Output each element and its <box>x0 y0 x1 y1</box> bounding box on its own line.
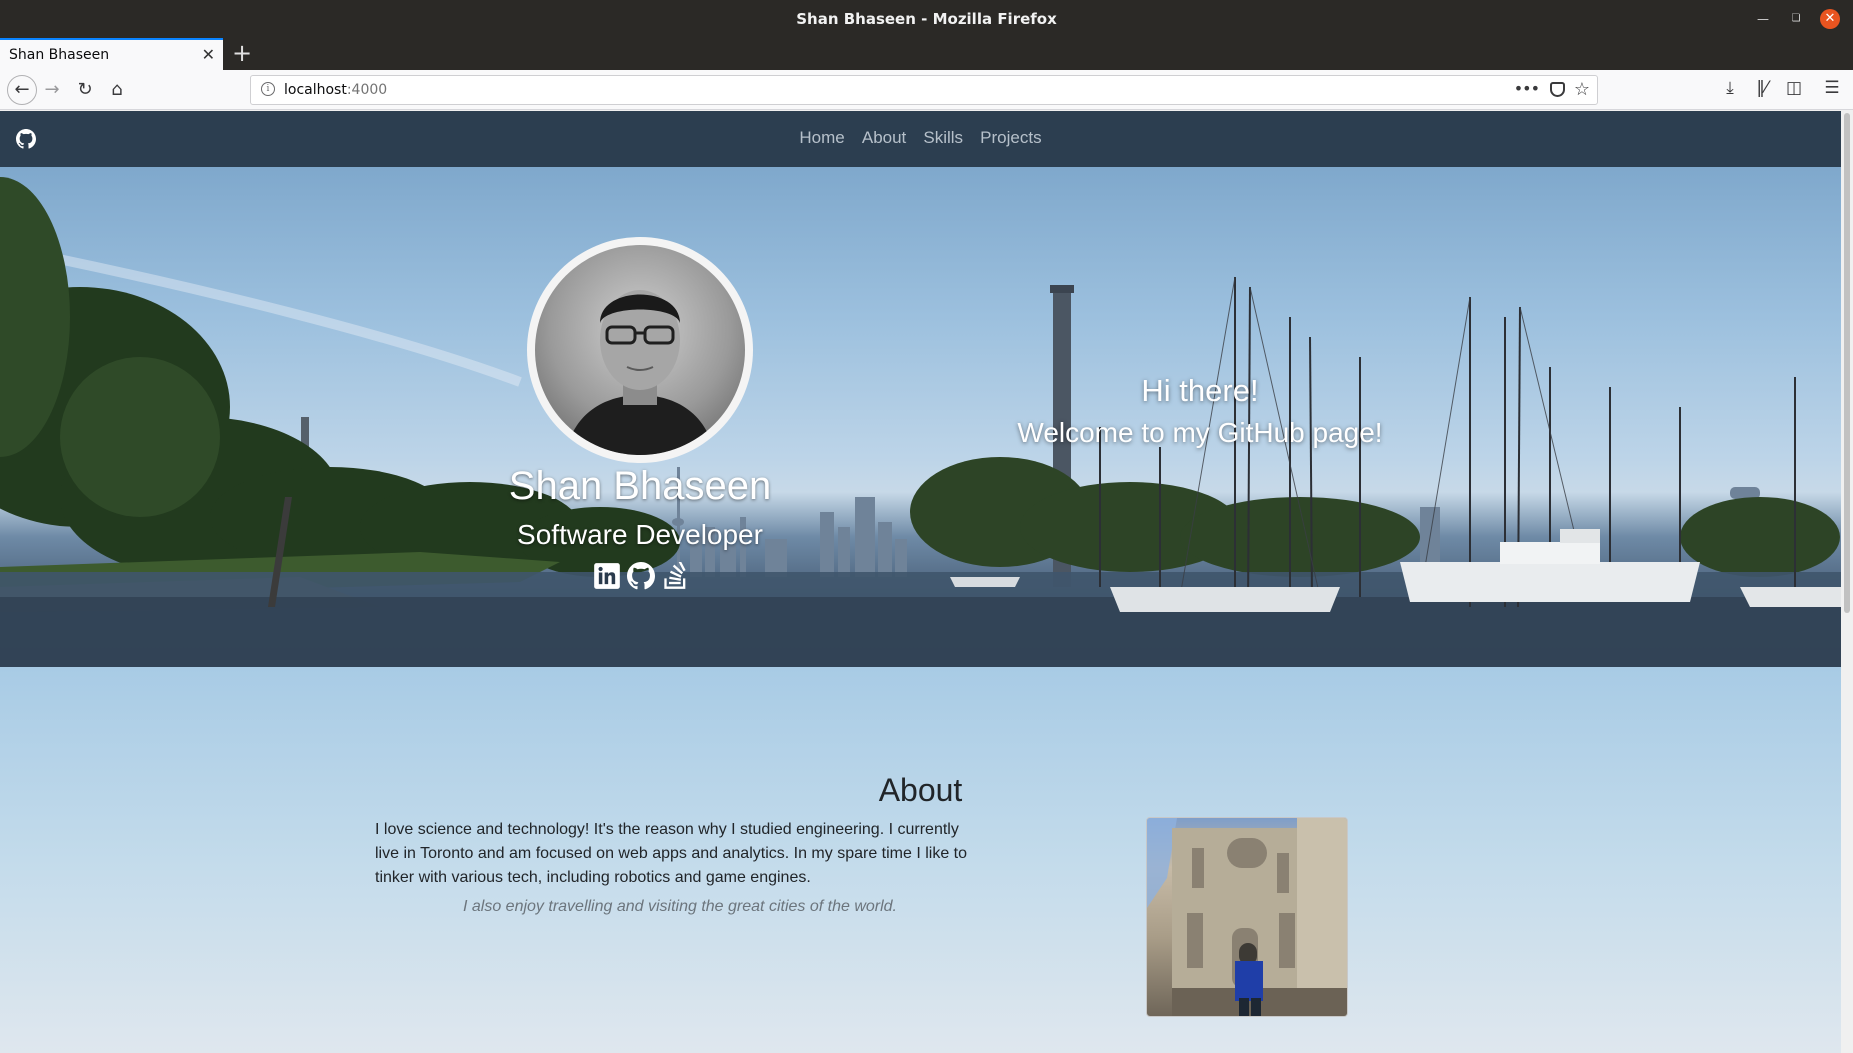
hero-name: Shan Bhaseen <box>508 464 772 508</box>
page-scrollbar[interactable] <box>1841 111 1853 1053</box>
tab-close-icon[interactable]: ✕ <box>202 45 215 64</box>
nav-links: Home About Skills Projects <box>0 128 1841 148</box>
social-links <box>593 562 693 594</box>
scrollbar-thumb[interactable] <box>1844 113 1850 613</box>
site-navbar: Home About Skills Projects <box>0 111 1841 167</box>
site-info-icon[interactable]: i <box>261 82 275 96</box>
url-port: :4000 <box>346 82 388 98</box>
hero-section: Shan Bhaseen Software Developer Hi there… <box>0 167 1841 667</box>
nav-link-skills[interactable]: Skills <box>923 128 963 148</box>
hero-greeting: Hi there! <box>1141 373 1259 408</box>
bookmark-star-icon[interactable]: ☆ <box>1574 79 1590 100</box>
page-viewport: Home About Skills Projects Shan Bhaseen … <box>0 111 1853 1053</box>
about-quote: I also enjoy travelling and visiting the… <box>462 898 897 915</box>
about-title: About <box>878 772 963 808</box>
harbour-background-image <box>0 177 1841 667</box>
hero-welcome: Welcome to my GitHub page! <box>1017 417 1383 448</box>
about-text: I love science and technology! It's the … <box>375 821 968 886</box>
sidebar-icon[interactable]: ◫ <box>1782 78 1806 98</box>
nav-link-home[interactable]: Home <box>799 128 844 148</box>
browser-toolbar: ← → ↻ ⌂ i localhost:4000 ••• ☆ ⤓ ‖⁄ ◫ ☰ <box>0 70 1853 110</box>
new-tab-icon[interactable]: + <box>232 39 252 67</box>
profile-avatar <box>527 237 753 463</box>
about-section: About I love science and technology! It'… <box>0 667 1841 1053</box>
hamburger-menu-icon[interactable]: ☰ <box>1820 78 1844 98</box>
window-titlebar: Shan Bhaseen - Mozilla Firefox — ❏ ✕ <box>0 0 1853 38</box>
browser-tab[interactable]: Shan Bhaseen ✕ <box>0 38 223 70</box>
travel-photo <box>1146 817 1348 1017</box>
url-text[interactable]: localhost:4000 <box>284 82 387 98</box>
page-actions-icon[interactable]: ••• <box>1514 79 1540 98</box>
stackoverflow-icon[interactable] <box>662 562 690 590</box>
hero-role: Software Developer <box>517 519 763 550</box>
home-icon[interactable]: ⌂ <box>105 78 129 102</box>
url-bar[interactable]: i localhost:4000 ••• ☆ <box>250 75 1598 105</box>
tab-bar: Shan Bhaseen ✕ + <box>0 38 1853 70</box>
linkedin-icon[interactable] <box>593 562 621 590</box>
url-host: localhost <box>284 82 347 98</box>
library-icon[interactable]: ‖⁄ <box>1750 78 1774 98</box>
window-title: Shan Bhaseen - Mozilla Firefox <box>796 10 1057 28</box>
download-icon[interactable]: ⤓ <box>1718 78 1742 98</box>
pocket-icon[interactable] <box>1550 82 1565 97</box>
back-arrow-icon[interactable]: ← <box>7 75 37 105</box>
profile-photo <box>535 245 745 455</box>
nav-link-about[interactable]: About <box>862 128 906 148</box>
tab-title: Shan Bhaseen <box>9 47 110 63</box>
minimize-icon[interactable]: — <box>1753 9 1773 29</box>
maximize-icon[interactable]: ❏ <box>1786 9 1806 29</box>
github-icon[interactable] <box>627 562 655 590</box>
close-window-icon[interactable]: ✕ <box>1820 9 1840 29</box>
nav-link-projects[interactable]: Projects <box>980 128 1041 148</box>
reload-icon[interactable]: ↻ <box>73 78 97 102</box>
forward-arrow-icon[interactable]: → <box>40 78 64 102</box>
